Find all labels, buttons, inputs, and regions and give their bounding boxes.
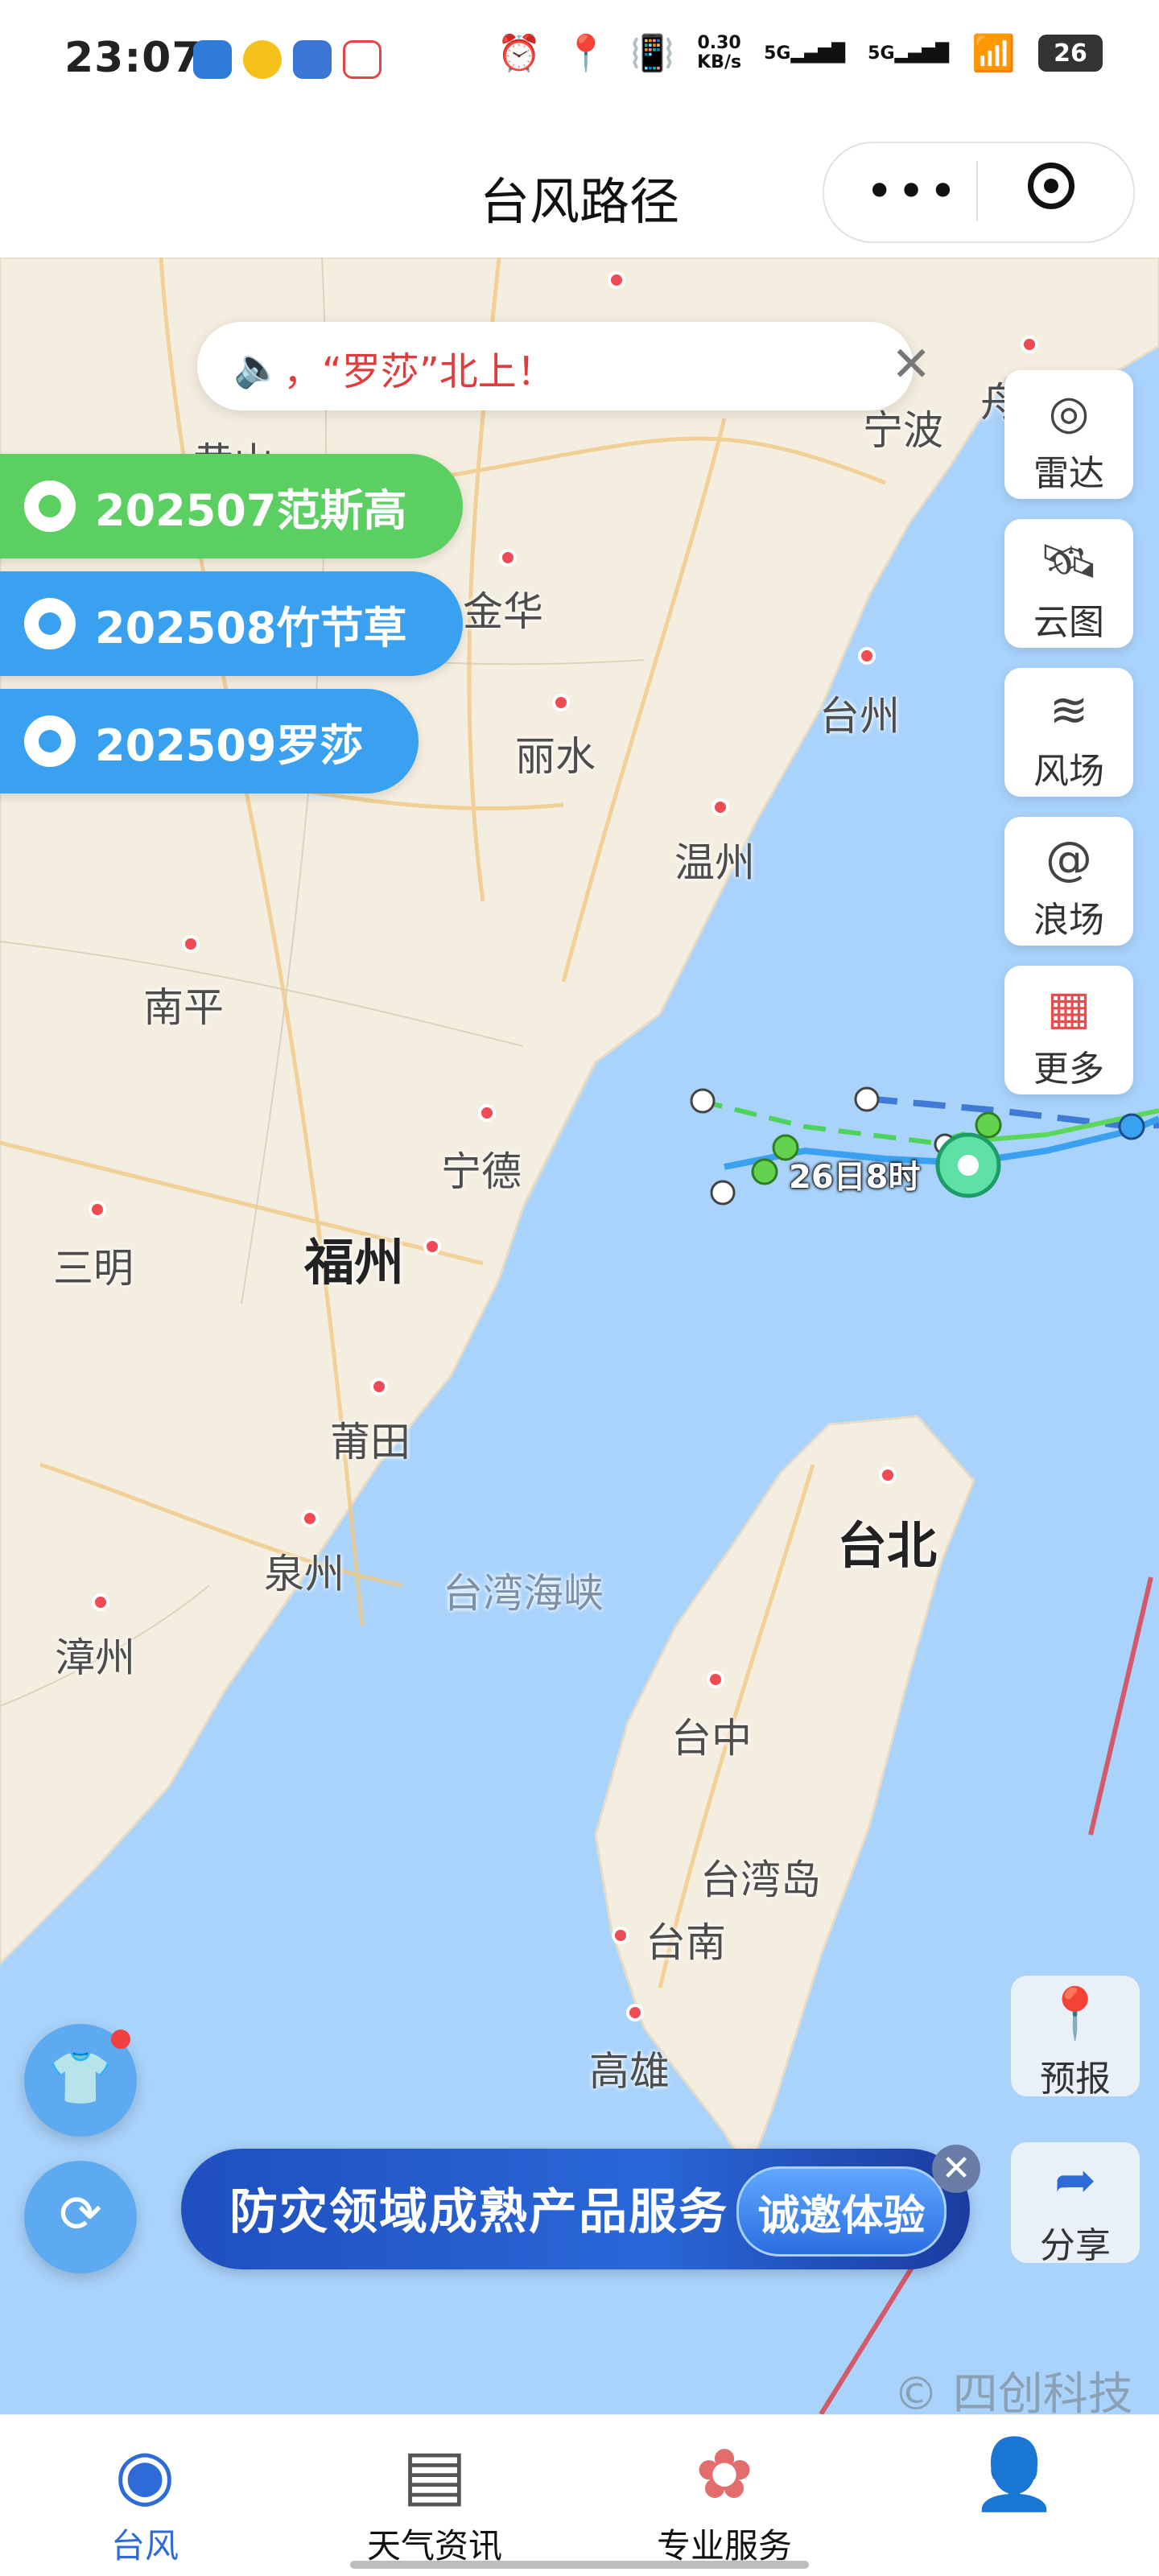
city-label: 南平 — [143, 984, 224, 1031]
notification-dot — [111, 2030, 130, 2049]
app-notification-icon-3 — [343, 40, 382, 79]
city-label: 温州 — [674, 839, 755, 886]
sea-label: 台湾海峡 — [443, 1570, 604, 1617]
city-label: 三明 — [53, 1245, 134, 1292]
weibo-icon — [243, 40, 282, 79]
city-label: 台湾岛 — [700, 1857, 821, 1903]
refresh-button[interactable]: ⟳ — [24, 2161, 137, 2273]
notice-close-button[interactable]: ✕ — [891, 336, 931, 393]
more-menu-button[interactable]: ••• — [865, 167, 960, 216]
city-label: 台中 — [671, 1715, 752, 1762]
battery-icon: 26 — [1038, 35, 1103, 72]
city-dot — [92, 1593, 109, 1611]
copyright: © 四创科技 — [893, 2368, 1133, 2421]
typhoon-icon — [24, 598, 76, 649]
city-dot — [89, 1201, 106, 1218]
city-dot — [1021, 336, 1038, 353]
city-dot — [711, 798, 729, 816]
city-dot — [612, 1927, 629, 1944]
ad-cta-button[interactable]: 诚邀体验 — [736, 2166, 947, 2257]
radar-button[interactable]: ◎ 雷达 — [1004, 370, 1133, 499]
city-label-capital: 福州 — [304, 1233, 405, 1292]
typhoon-item-202507[interactable]: 202507范斯高 — [0, 454, 463, 558]
city-label: 宁德 — [441, 1148, 522, 1195]
city-dot — [423, 1238, 441, 1255]
refresh-icon: ⟳ — [59, 2185, 102, 2244]
shirt-icon: 👕 — [48, 2049, 113, 2108]
typhoon-item-202509[interactable]: 202509罗莎 — [0, 689, 419, 793]
close-miniapp-button[interactable] — [1028, 163, 1074, 209]
city-label: 丽水 — [515, 733, 596, 780]
tab-typhoon[interactable]: ◉ 台风 — [56, 2430, 233, 2568]
more-tools-button[interactable]: ▦ 更多 — [1004, 966, 1133, 1094]
city-label: 高雄 — [589, 2048, 670, 2095]
vibrate-icon: 📳 — [630, 33, 675, 74]
net-speed: 0.30 KB/s — [697, 33, 742, 72]
signal-1: 5G▂▄▆█ — [764, 43, 846, 64]
satellite-icon: 🛰 — [1039, 534, 1099, 588]
tab-profile[interactable]: 👤 — [926, 2430, 1103, 2519]
user-icon: 👤 — [971, 2434, 1058, 2515]
status-time: 23:07 — [64, 34, 202, 82]
radar-icon: ◎ — [1048, 385, 1090, 439]
location-icon: 📍 — [563, 33, 608, 74]
city-dot — [370, 1378, 388, 1395]
typhoon-icon — [24, 715, 76, 767]
wifi-icon: 📶 — [971, 33, 1016, 74]
share-icon: ➦ — [1054, 2150, 1096, 2209]
city-dot — [608, 271, 625, 289]
status-icons: ⏰ 📍 📳 0.30 KB/s 5G▂▄▆█ 5G▂▄▆█ 📶 26 — [497, 32, 1103, 74]
notice-text: ，“罗莎”北上！ — [283, 349, 555, 394]
city-label: 金华 — [463, 588, 543, 635]
signal-2: 5G▂▄▆█ — [868, 43, 950, 64]
service-icon: ✿ — [695, 2434, 754, 2515]
city-dot — [301, 1510, 319, 1527]
wind-field-button[interactable]: ≋ 风场 — [1004, 668, 1133, 797]
tab-pro-service[interactable]: ✿ 专业服务 — [636, 2430, 813, 2568]
ad-text: 防灾领域成熟产品服务 — [229, 2184, 728, 2240]
forecast-button[interactable]: 📍 预报 — [1011, 1976, 1140, 2100]
more-icon: ▦ — [1046, 980, 1091, 1035]
city-dot — [626, 2004, 644, 2022]
typhoon-icon — [24, 480, 76, 532]
city-label: 台南 — [645, 1919, 726, 1966]
alarm-icon: ⏰ — [497, 33, 542, 74]
city-dot — [499, 549, 517, 567]
city-label: 漳州 — [55, 1634, 135, 1681]
typhoon-item-202508[interactable]: 202508竹节草 — [0, 571, 463, 676]
app-notification-icon — [193, 40, 232, 79]
typhoon-icon: ◉ — [114, 2434, 175, 2515]
city-dot — [858, 647, 876, 665]
city-dot — [707, 1671, 724, 1688]
city-dot — [879, 1466, 897, 1484]
city-label: 莆田 — [330, 1419, 410, 1465]
capsule-divider — [976, 161, 978, 221]
city-label: 台州 — [819, 693, 900, 740]
home-indicator — [350, 2561, 809, 2569]
typhoon-marker[interactable] — [935, 1132, 1001, 1198]
typhoon-time-label: 26日8时 — [789, 1159, 921, 1196]
speaker-icon: 🔈 — [233, 345, 282, 390]
forecast-pin-icon: 📍 — [1044, 1984, 1107, 2042]
satellite-cloud-button[interactable]: 🛰 云图 — [1004, 519, 1133, 648]
city-label: 泉州 — [264, 1551, 344, 1597]
share-button[interactable]: ➦ 分享 — [1011, 2142, 1140, 2266]
news-icon: ▤ — [402, 2434, 468, 2515]
city-dot — [552, 694, 570, 711]
wave-icon: @ — [1046, 831, 1092, 886]
city-label-capital: 台北 — [837, 1516, 938, 1575]
tab-weather-news[interactable]: ▤ 天气资讯 — [346, 2430, 523, 2568]
ad-close-button[interactable]: ✕ — [932, 2145, 980, 2193]
app-notification-icon-2 — [293, 40, 332, 79]
city-dot — [182, 935, 200, 953]
wind-icon: ≋ — [1049, 682, 1089, 737]
city-dot — [478, 1104, 496, 1122]
wave-field-button[interactable]: @ 浪场 — [1004, 817, 1133, 946]
